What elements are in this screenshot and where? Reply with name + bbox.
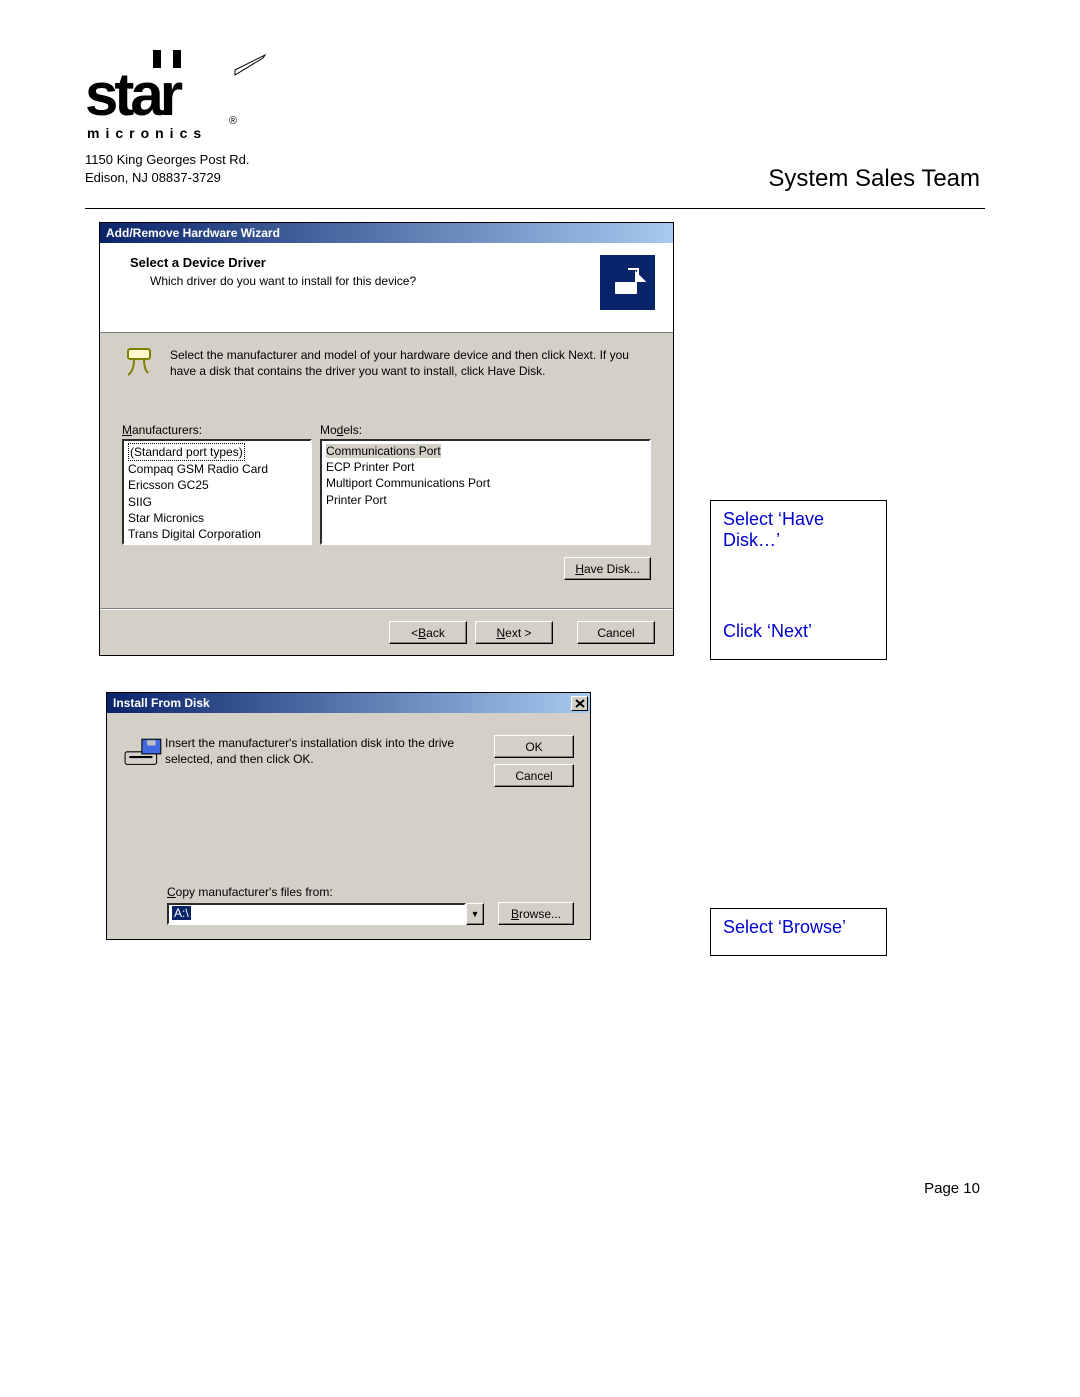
path-combobox[interactable]: A:\ ▼	[167, 903, 484, 925]
team-title: System Sales Team	[768, 165, 980, 193]
close-button[interactable]	[571, 696, 588, 711]
list-item[interactable]: Trans Digital Corporation	[128, 527, 261, 541]
close-icon	[575, 699, 585, 708]
cancel-button[interactable]: Cancel	[577, 621, 655, 644]
dialog-title: Add/Remove Hardware Wizard	[106, 226, 280, 240]
disk-icon	[123, 735, 165, 774]
dialog-info-text: Select the manufacturer and model of you…	[170, 347, 651, 379]
dialog-title: Install From Disk	[113, 696, 210, 710]
svg-text:®: ®	[229, 115, 237, 127]
list-item[interactable]: Ericsson GC25	[128, 478, 209, 492]
svg-text:star: star	[85, 61, 183, 128]
browse-button[interactable]: Browse...	[498, 902, 574, 925]
list-item[interactable]: ECP Printer Port	[326, 460, 414, 474]
page-number: Page 10	[924, 1180, 980, 1197]
port-icon	[122, 347, 156, 381]
manufacturers-listbox[interactable]: (Standard port types) Compaq GSM Radio C…	[122, 439, 312, 545]
annotation-text: Select ‘Have Disk…’	[723, 509, 874, 551]
list-item[interactable]: Compaq GSM Radio Card	[128, 462, 268, 476]
list-item[interactable]: Communications Port	[326, 444, 441, 458]
ok-button[interactable]: OK	[494, 735, 574, 758]
star-micronics-logo: star micronics ®	[85, 50, 985, 145]
manufacturers-label: Manufacturers:	[122, 423, 320, 437]
instruction-annotation-1: Select ‘Have Disk…’ Click ‘Next’	[710, 500, 887, 660]
dialog-info-row: Select the manufacturer and model of you…	[122, 347, 651, 381]
dialog-titlebar: Install From Disk	[107, 693, 590, 713]
dialog-instruction: Insert the manufacturer's installation d…	[165, 735, 494, 767]
models-listbox[interactable]: Communications Port ECP Printer Port Mul…	[320, 439, 651, 545]
list-item[interactable]: Multiport Communications Port	[326, 476, 490, 490]
chevron-down-icon: ▼	[471, 909, 480, 919]
copy-from-label: Copy manufacturer's files from:	[167, 885, 574, 899]
svg-text:micronics: micronics	[87, 125, 207, 141]
list-item[interactable]: (Standard port types)	[128, 443, 245, 461]
back-button[interactable]: < Back	[389, 621, 467, 644]
list-item[interactable]: SIIG	[128, 495, 152, 509]
next-button[interactable]: Next >	[475, 621, 553, 644]
path-input[interactable]: A:\	[167, 903, 466, 925]
add-remove-hardware-wizard-dialog: Add/Remove Hardware Wizard Select a Devi…	[99, 222, 674, 656]
models-label: Models:	[320, 423, 362, 437]
cancel-button[interactable]: Cancel	[494, 764, 574, 787]
dialog-header-area: Select a Device Driver Which driver do y…	[100, 243, 673, 333]
list-item[interactable]: Star Micronics	[128, 511, 204, 525]
annotation-text: Select ‘Browse’	[723, 917, 846, 937]
device-driver-icon	[600, 255, 655, 310]
dialog-titlebar: Add/Remove Hardware Wizard	[100, 223, 673, 243]
instruction-annotation-2: Select ‘Browse’	[710, 908, 887, 956]
install-from-disk-dialog: Install From Disk Insert the manufacture…	[106, 692, 591, 940]
dialog-heading: Select a Device Driver	[130, 255, 655, 270]
header-rule	[85, 208, 985, 209]
annotation-text: Click ‘Next’	[723, 621, 874, 642]
dialog-subheading: Which driver do you want to install for …	[150, 274, 655, 288]
dialog-footer: < Back Next > Cancel	[100, 610, 673, 655]
list-item[interactable]: Printer Port	[326, 493, 387, 507]
have-disk-button[interactable]: Have Disk...	[564, 557, 651, 580]
dropdown-button[interactable]: ▼	[466, 903, 484, 925]
